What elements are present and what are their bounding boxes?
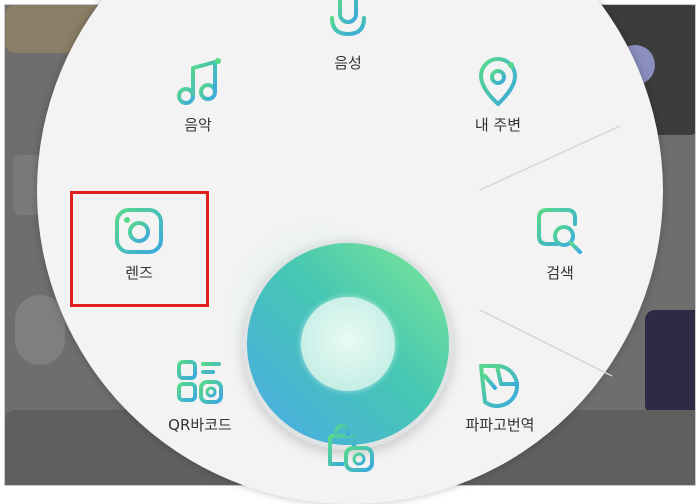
- wheel-item-papago[interactable]: 파파고번역: [445, 358, 555, 435]
- papago-translate-icon: [479, 364, 519, 408]
- wheel-item-label: QR바코드: [168, 416, 232, 434]
- wheel-item-shopping-lens[interactable]: [295, 420, 405, 472]
- wheel-item-nearby[interactable]: 내 주변: [443, 56, 553, 135]
- center-button-dot[interactable]: [301, 297, 395, 391]
- shopping-lens-icon: [328, 423, 374, 472]
- wheel-divider: [479, 125, 621, 191]
- wheel-item-qr-barcode[interactable]: QR바코드: [145, 358, 255, 435]
- search-icon: [537, 208, 582, 254]
- wheel-item-search[interactable]: 검색: [505, 206, 615, 283]
- location-pin-icon: [479, 57, 517, 106]
- wheel-item-voice[interactable]: 음성: [293, 0, 403, 73]
- wheel-item-label: 내 주변: [474, 116, 522, 134]
- wheel-item-music[interactable]: 음악: [143, 56, 253, 135]
- wheel-item-label: 음성: [334, 54, 362, 72]
- red-highlight-box: [70, 191, 209, 307]
- music-note-icon: [177, 58, 221, 105]
- wheel-item-label: 검색: [546, 264, 574, 282]
- wheel-item-label: 음악: [184, 116, 212, 134]
- microphone-icon: [330, 0, 366, 46]
- wheel-item-label: 파파고번역: [465, 416, 535, 434]
- qr-barcode-icon: [177, 360, 223, 404]
